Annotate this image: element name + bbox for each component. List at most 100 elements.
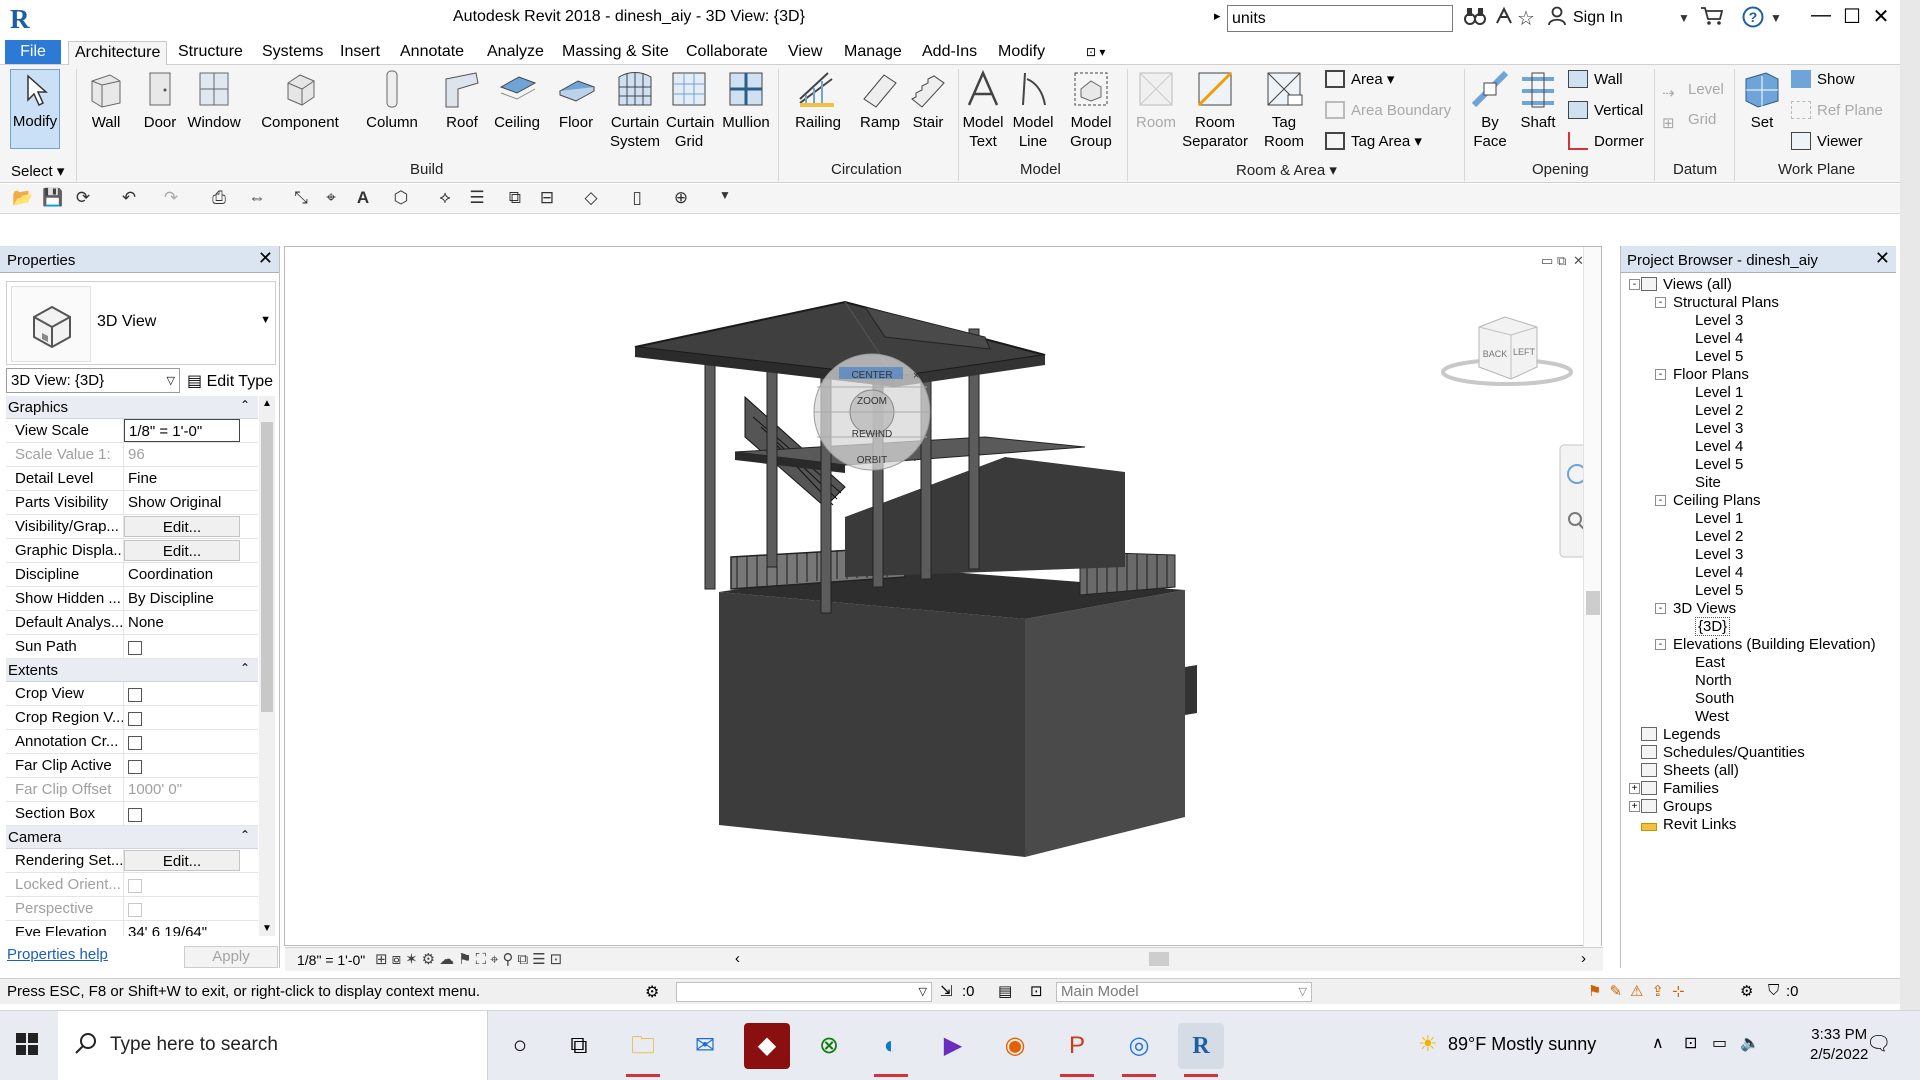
communication-center-icon[interactable] [1494, 6, 1514, 32]
tab-modify[interactable]: Modify [992, 41, 1051, 65]
collapse-icon[interactable]: - [1655, 297, 1666, 308]
viewport-vscroll-thumb[interactable] [1586, 591, 1600, 615]
view-controls-icons[interactable]: ⊞⧇✶⚙☁⚑⛶⌖⚲⧉☰⊡ [375, 950, 566, 968]
project-browser-close-icon[interactable]: ✕ [1875, 248, 1890, 269]
apply-button[interactable]: Apply [184, 946, 278, 968]
tab-add-ins[interactable]: Add-Ins [916, 41, 983, 65]
model-group-button[interactable]: Model Group [1066, 69, 1116, 151]
wall-button[interactable]: Wall [86, 69, 126, 132]
property-value[interactable]: 34' 6 19/64" [124, 921, 240, 936]
minimize-button[interactable]: — [1806, 4, 1836, 32]
scroll-up-icon[interactable]: ▲ [262, 398, 272, 409]
ref-plane-button[interactable]: Ref Plane [1791, 100, 1883, 122]
property-value[interactable]: None [124, 611, 240, 634]
tag-room-button[interactable]: Tag Room [1260, 69, 1308, 151]
by-face-button[interactable]: By Face [1470, 69, 1510, 151]
property-value[interactable]: 1/8" = 1'-0" [124, 419, 240, 442]
instance-selector[interactable]: 3D View: {3D} ▽ [6, 368, 180, 393]
help-icon[interactable]: ? [1742, 6, 1764, 34]
scroll-down-icon[interactable]: ▼ [262, 923, 272, 934]
undo-icon[interactable]: ↶ [118, 188, 140, 210]
search-input[interactable] [1227, 5, 1453, 32]
save-icon[interactable]: 💾 [42, 188, 64, 210]
collapse-icon[interactable]: ⌃ [240, 661, 250, 675]
checkbox[interactable] [128, 641, 142, 655]
show-hidden-icons-icon[interactable]: ∧ [1652, 1033, 1664, 1053]
tab-manage[interactable]: Manage [838, 41, 908, 65]
maximize-button[interactable]: ☐ [1837, 4, 1867, 32]
print-icon[interactable]: ⎙ [208, 188, 230, 210]
view-cube-icon[interactable]: ◇ [580, 188, 602, 210]
filter-icon[interactable]: ⛉ [1768, 982, 1779, 999]
collapse-icon[interactable]: - [1655, 603, 1666, 614]
stair-button[interactable]: Stair [906, 69, 950, 132]
drag-elements-icon[interactable]: ⚙ [1740, 982, 1753, 1000]
checkbox[interactable] [128, 688, 142, 702]
video-editor-icon[interactable]: ▶ [930, 1023, 976, 1069]
checkbox[interactable] [128, 712, 142, 726]
shaft-button[interactable]: Shaft [1516, 69, 1560, 132]
binoculars-icon[interactable] [1464, 6, 1486, 32]
tab-file[interactable]: File [5, 40, 61, 64]
app-red-icon[interactable]: ◆ [744, 1023, 790, 1069]
thin-lines-icon[interactable]: ☰ [466, 188, 488, 210]
collapse-icon[interactable]: - [1655, 639, 1666, 650]
cart-icon[interactable] [1700, 6, 1724, 32]
expand-icon[interactable]: + [1629, 801, 1640, 812]
tab-massing-site[interactable]: Massing & Site [556, 41, 675, 65]
collapse-icon[interactable]: ⌃ [240, 398, 250, 412]
3d-viewport[interactable]: ▭ ⧉ ✕ CENTER ZOOM REWIND ORBIT × ⌄ BACK … [284, 246, 1603, 971]
property-value[interactable]: Show Original [124, 491, 240, 514]
customize-qat-icon[interactable]: ▼ [714, 188, 736, 210]
workset-dropdown[interactable]: ▽ [676, 982, 932, 1002]
hscroll-left-icon[interactable]: ‹ [735, 950, 740, 967]
help-dropdown-icon[interactable]: ▼ [1770, 11, 1782, 25]
property-category[interactable]: Camera ⌃ [6, 826, 258, 849]
expand-icon[interactable]: + [1629, 783, 1640, 794]
room-button[interactable]: Room [1133, 69, 1179, 132]
design-option-toggle-icon[interactable]: ⊡ [1030, 982, 1043, 1000]
close-button[interactable]: ✕ [1866, 4, 1896, 32]
user-icon[interactable] [1548, 6, 1566, 32]
viewport-vscroll[interactable] [1583, 247, 1601, 947]
design-options-icon[interactable]: ▤ [998, 982, 1012, 1000]
edit-button[interactable]: Edit... [124, 540, 240, 561]
wall-opening-button[interactable]: Wall [1568, 69, 1623, 91]
door-button[interactable]: Door [138, 69, 182, 132]
sign-in-dropdown-icon[interactable]: ▼ [1678, 11, 1690, 25]
properties-close-icon[interactable]: ✕ [258, 248, 273, 269]
vertical-opening-button[interactable]: Vertical [1568, 100, 1643, 122]
tag-icon[interactable]: ⌖ [320, 188, 342, 210]
property-value[interactable]: By Discipline [124, 587, 240, 610]
xbox-icon[interactable]: ⊗ [806, 1023, 852, 1069]
notifications-icon[interactable]: 🗨 [1866, 1031, 1891, 1056]
mullion-button[interactable]: Mullion [722, 69, 770, 132]
edit-button[interactable]: Edit... [124, 850, 240, 871]
tag-area-button[interactable]: Tag Area ▾ [1325, 131, 1422, 153]
tab-architecture[interactable]: Architecture [68, 41, 168, 65]
volume-icon[interactable]: 🔈 [1740, 1033, 1760, 1053]
text-icon[interactable]: A [352, 188, 374, 210]
level-button[interactable]: ⇢ Level [1662, 79, 1724, 102]
tab-collaborate[interactable]: Collaborate [680, 41, 774, 65]
firefox-icon[interactable]: ◉ [992, 1023, 1038, 1069]
favorites-star-icon[interactable]: ☆ [1517, 6, 1535, 31]
collapse-icon[interactable]: ⌃ [240, 828, 250, 842]
area-button[interactable]: Area ▾ [1325, 69, 1394, 91]
worksharing-icon[interactable]: ⚙ [645, 982, 659, 1002]
dormer-button[interactable]: Dormer [1568, 131, 1644, 153]
curtain-system-button[interactable]: Curtain System [610, 69, 660, 151]
measure-icon[interactable]: ⇔ [246, 188, 268, 210]
taskbar-search-box[interactable]: Type here to search [58, 1011, 488, 1080]
task-view-icon[interactable]: ⧉ [556, 1023, 602, 1069]
property-value[interactable]: Coordination [124, 563, 240, 586]
property-category[interactable]: Extents ⌃ [6, 659, 258, 682]
model-text-button[interactable]: Model Text [960, 69, 1006, 151]
revit-logo-icon[interactable]: R [10, 4, 32, 34]
close-hidden-windows-icon[interactable]: ⧉ [504, 188, 526, 210]
battery-icon[interactable]: ▭ [1712, 1033, 1727, 1053]
component-button[interactable]: Component [259, 69, 341, 132]
steering-wheel[interactable]: CENTER ZOOM REWIND ORBIT × ⌄ [813, 353, 931, 471]
weather-sun-icon[interactable]: ☀ [1418, 1031, 1438, 1057]
curtain-grid-button[interactable]: Curtain Grid [666, 69, 714, 151]
